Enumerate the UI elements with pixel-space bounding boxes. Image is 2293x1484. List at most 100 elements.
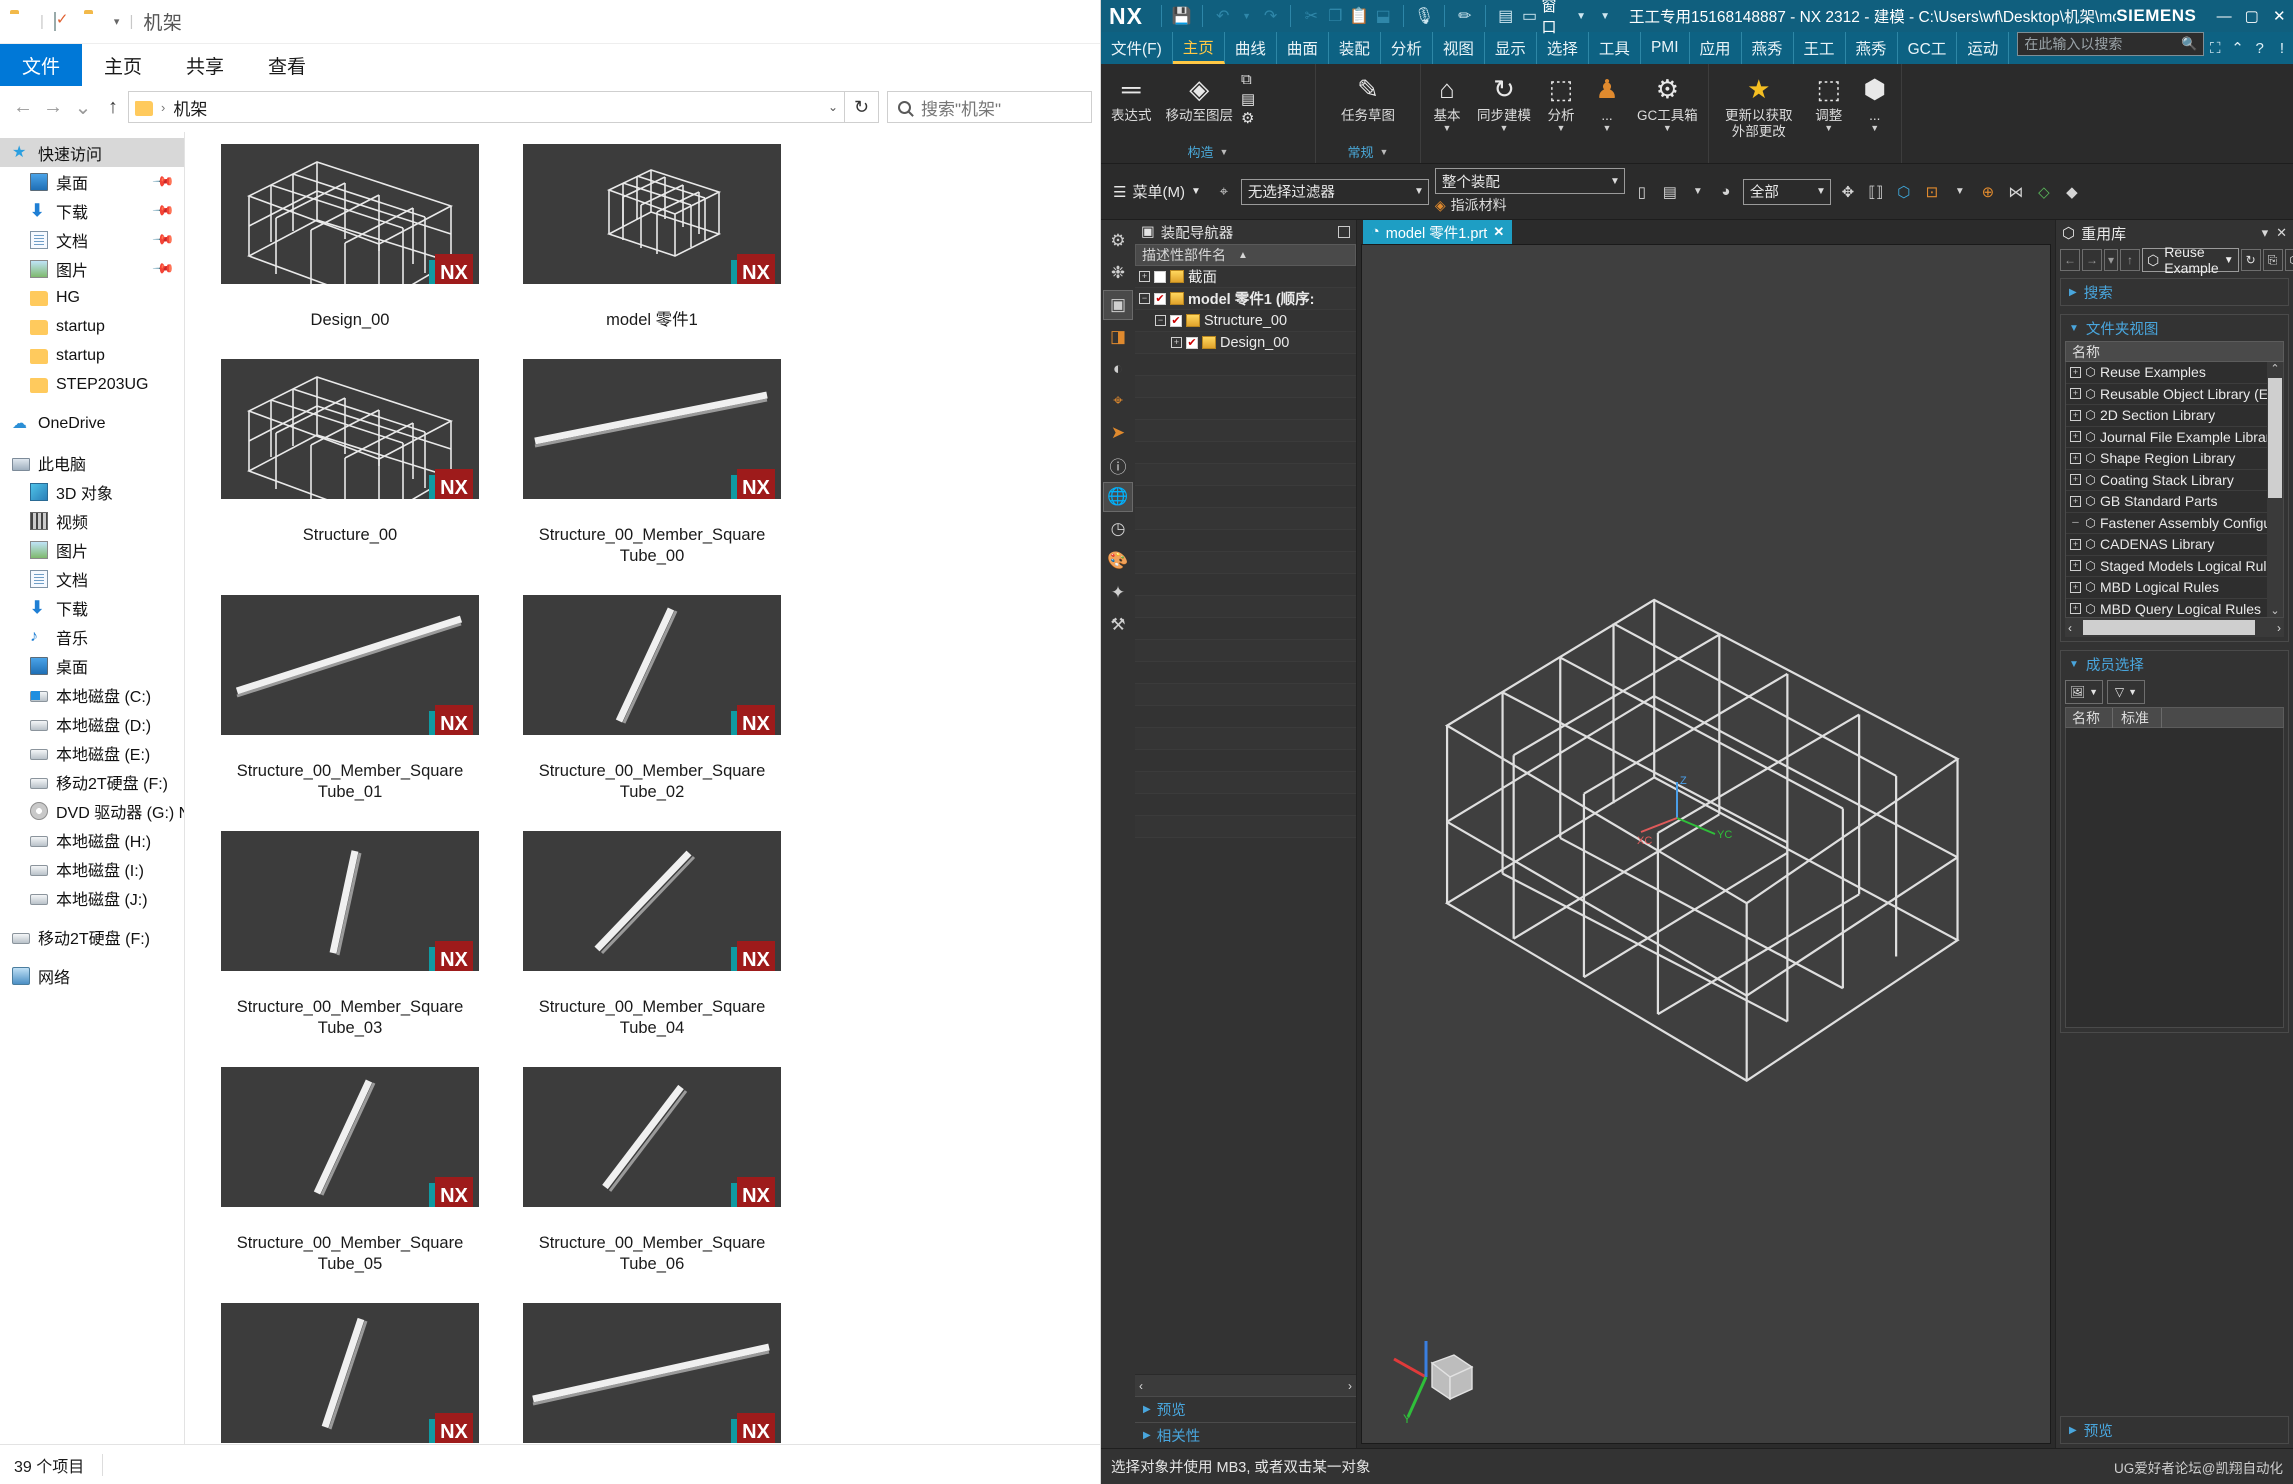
hd3d-tools-icon[interactable]: ➤ [1103, 418, 1133, 448]
assembly-tree-row[interactable]: + ✔ 截面 [1135, 266, 1356, 288]
nx-search-input[interactable]: 在此输入以搜索 🔍 [2017, 32, 2205, 56]
tile-windows-icon[interactable]: ▤ [1494, 4, 1518, 28]
reuse-column-header[interactable]: 名称 [2065, 341, 2284, 362]
menu-tab-view[interactable]: 查看 [246, 44, 328, 86]
pin-icon[interactable]: 📌 [151, 256, 176, 280]
scrollbar-thumb[interactable] [2268, 378, 2282, 498]
file-tile[interactable]: NX Structure_00_Member_Square Tube_00 [501, 359, 803, 567]
ribbon-tab-5[interactable]: 分析 [1381, 32, 1433, 64]
reuse-preview-header[interactable]: ▶ 预览 [2061, 1417, 2288, 1443]
collapse-ribbon-icon[interactable]: ⌃ [2226, 32, 2248, 64]
chevron-down-icon[interactable]: ▼ [1443, 123, 1452, 133]
sidebar-item-21[interactable]: 移动2T硬盘 (F:) [0, 767, 184, 796]
reuse-library-row[interactable]: + ⬡ Coating Stack Library [2066, 470, 2283, 491]
reuse-library-row[interactable]: ─ ⬡ Fastener Assembly Configuration Lib [2066, 513, 2283, 534]
ribbon-tab-7[interactable]: 显示 [1485, 32, 1537, 64]
chevron-down-icon[interactable]: ▼ [1824, 123, 1833, 133]
ribbon-tab-8[interactable]: 选择 [1537, 32, 1589, 64]
file-tile[interactable]: NX Structure_00 [199, 359, 501, 567]
sidebar-item-22[interactable]: DVD 驱动器 (G:) N) [0, 796, 184, 825]
up-button[interactable]: ↑ [98, 92, 128, 122]
file-thumbnail[interactable]: NX [523, 1067, 781, 1207]
layer-stack-icon[interactable]: ▤ [1241, 90, 1255, 108]
tree-expander-icon[interactable]: + [2070, 603, 2081, 615]
file-thumbnail[interactable]: NX [221, 1067, 479, 1207]
minimize-button[interactable]: — [2210, 0, 2238, 32]
tree-expander-icon[interactable]: − [1139, 293, 1150, 304]
sidebar-item-16[interactable]: ♪ 音乐 [0, 622, 184, 651]
chevron-down-icon[interactable]: ▼ [1603, 123, 1612, 133]
scroll-left-icon[interactable]: ‹ [1139, 1379, 1143, 1393]
tree-expander-icon[interactable]: − [1155, 315, 1166, 326]
tree-expander-icon[interactable]: + [2070, 538, 2081, 550]
reuse-library-row[interactable]: + ⬡ MBD Query Logical Rules [2066, 599, 2283, 618]
dependencies-section-header[interactable]: ▶ 相关性 [1135, 1422, 1356, 1448]
reuse-preview-section[interactable]: ▶ 预览 [2060, 1416, 2289, 1444]
reuse-library-row[interactable]: + ⬡ GB Standard Parts [2066, 491, 2283, 513]
chevron-down-icon[interactable]: ▼ [2128, 687, 2137, 697]
file-tile[interactable]: NX Structure_00_Member_Square Tube_08 [501, 1303, 803, 1444]
file-thumbnail[interactable]: NX [523, 144, 781, 284]
sidebar-item-0[interactable]: ★ 快速访问 [0, 138, 184, 167]
redo-icon[interactable]: ↷ [1259, 4, 1283, 28]
tree-expander-icon[interactable]: + [1171, 337, 1182, 348]
ribbon-tab-9[interactable]: 工具 [1589, 32, 1641, 64]
reuse-library-row[interactable]: + ⬡ CADENAS Library [2066, 534, 2283, 556]
save-icon[interactable]: 💾 [1170, 4, 1194, 28]
address-input[interactable]: › 机架 ⌄ [128, 91, 845, 123]
sidebar-item-9[interactable]: ☁ OneDrive [0, 409, 184, 438]
selection-filter-icon[interactable]: ⌖ [1213, 181, 1235, 203]
reuse-search-section[interactable]: ▶ 搜索 [2060, 278, 2289, 306]
info-icon[interactable]: ⓘ [1103, 450, 1133, 480]
selection-filter-combo[interactable]: 无选择过滤器 ▼ [1240, 178, 1429, 205]
sidebar-item-18[interactable]: 本地磁盘 (C:) [0, 680, 184, 709]
tree-expander-icon[interactable]: + [2070, 388, 2081, 400]
snap-arc-icon[interactable]: ⬡ [1893, 181, 1915, 203]
member-column-name[interactable]: 名称 [2072, 707, 2113, 728]
chevron-down-icon[interactable]: ▼ [2089, 687, 2098, 697]
maximize-button[interactable]: ▢ [2238, 0, 2266, 32]
chevron-down-icon[interactable]: ▼ [1191, 186, 1201, 197]
file-thumbnail[interactable]: NX [523, 359, 781, 499]
ribbon-tab-6[interactable]: 视图 [1433, 32, 1485, 64]
reuse-folder-list[interactable]: + ⬡ Reuse Examples + ⬡ Reusable Object Librar… [2065, 362, 2284, 618]
snap-midpoint-icon[interactable]: ⟦⟧ [1865, 181, 1887, 203]
system-materials-icon[interactable]: 🎨 [1103, 546, 1133, 576]
ribbon-button-gc-toolbox[interactable]: ⚙ GC工具箱 ▼ [1631, 68, 1704, 135]
collapse-icon[interactable]: ▾ [2262, 225, 2269, 241]
file-tile[interactable]: NX Structure_00_Member_Square Tube_03 [199, 831, 501, 1039]
snap-edge-icon[interactable]: ◆ [2061, 181, 2083, 203]
ribbon-tab-4[interactable]: 装配 [1329, 32, 1381, 64]
file-tile[interactable]: NX Structure_00_Member_Square Tube_05 [199, 1067, 501, 1275]
tree-checkbox[interactable]: ✔ [1154, 292, 1166, 305]
layer-all-combo[interactable]: 全部 ▼ [1742, 178, 1831, 205]
copy-icon[interactable]: ❐ [1323, 4, 1347, 28]
scroll-down-icon[interactable]: ⌄ [2270, 604, 2279, 617]
assign-material-label[interactable]: 指派材料 [1451, 195, 1507, 215]
cut-icon[interactable]: ✂ [1299, 4, 1323, 28]
tree-expander-icon[interactable]: ─ [2070, 517, 2081, 528]
tree-expander-icon[interactable]: + [2070, 366, 2081, 378]
window-caret-icon[interactable]: ▼ [1569, 4, 1593, 28]
tree-checkbox[interactable]: ✔ [1170, 314, 1182, 327]
layer-copy-icon[interactable]: ⧉ [1241, 71, 1255, 88]
layer-settings-icon[interactable]: ⚙ [1241, 109, 1255, 127]
undo-caret-icon[interactable]: ▼ [1235, 4, 1259, 28]
file-tile[interactable]: NX model 零件1 [501, 144, 803, 331]
sidebar-item-24[interactable]: 本地磁盘 (I:) [0, 854, 184, 883]
history-icon[interactable]: ◷ [1103, 514, 1133, 544]
part-navigator-icon[interactable]: ◐ [1103, 354, 1133, 384]
reuse-library-row[interactable]: + ⬡ MBD Logical Rules [2066, 577, 2283, 599]
file-tile[interactable]: NX Structure_00_Member_Square Tube_04 [501, 831, 803, 1039]
reuse-library-icon[interactable]: ⌖ [1103, 386, 1133, 416]
window-icon[interactable]: ▭ [1518, 4, 1542, 28]
back-button[interactable]: ← [8, 92, 38, 122]
assembly-navigator-icon[interactable]: ▣ [1103, 290, 1133, 320]
sidebar-item-25[interactable]: 本地磁盘 (J:) [0, 883, 184, 912]
assembly-tree-row[interactable]: + ✔ Design_00 [1135, 332, 1356, 354]
sidebar-item-12[interactable]: 视频 [0, 506, 184, 535]
color-wheel-icon[interactable]: ◕ [1715, 181, 1737, 203]
file-tile[interactable]: NX Design_00 [199, 144, 501, 331]
view-mode-button[interactable]: 🖼 ▼ [2065, 680, 2103, 704]
web-browser-icon[interactable]: 🌐 [1103, 482, 1133, 512]
